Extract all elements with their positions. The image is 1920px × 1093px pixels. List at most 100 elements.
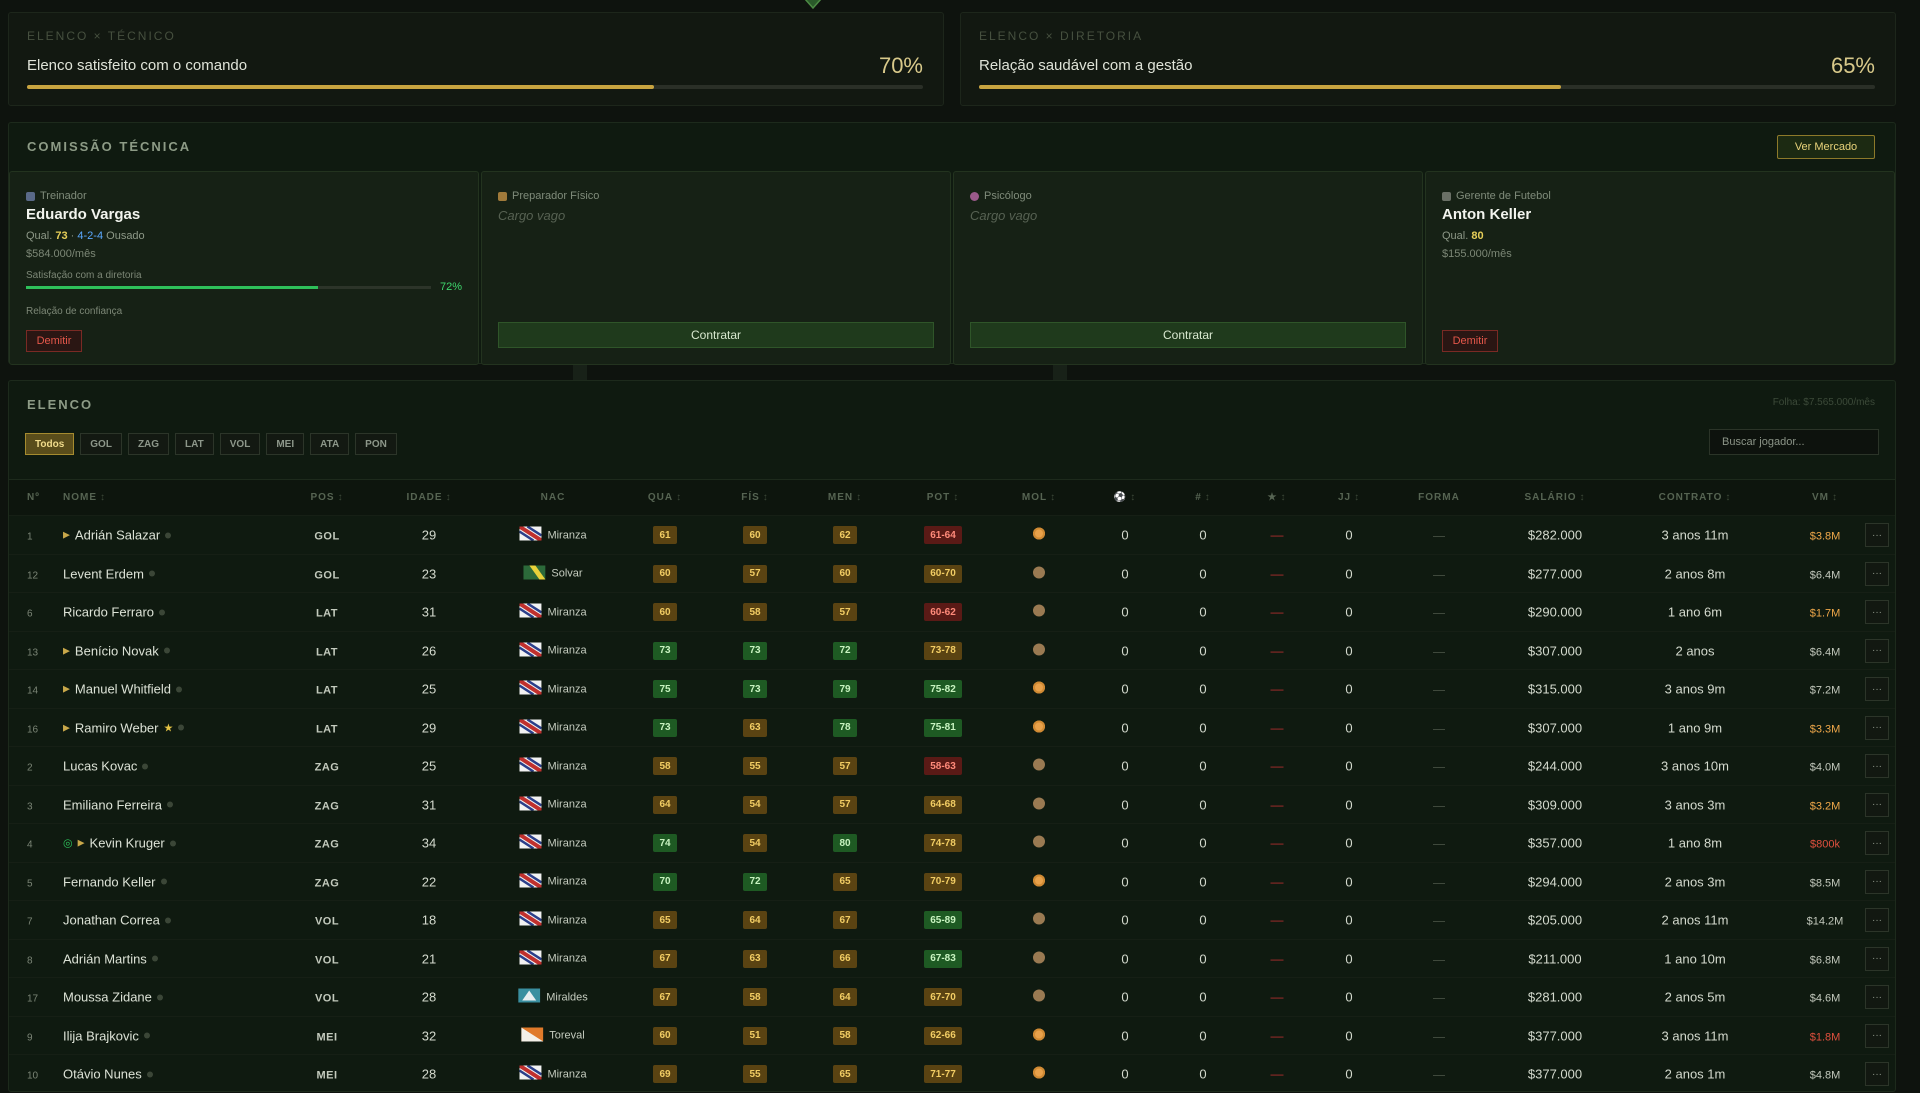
row-actions-button[interactable]: ··· <box>1865 1062 1889 1086</box>
row-actions-button[interactable]: ··· <box>1865 715 1889 740</box>
sort-icon: ↕ <box>1579 492 1586 503</box>
row-actions-button[interactable]: ··· <box>1865 600 1889 624</box>
filter-zag[interactable]: ZAG <box>127 433 170 455</box>
column-header-qua[interactable]: QUA ↕ <box>648 492 682 503</box>
player-name[interactable]: Levent Erdem <box>63 566 155 581</box>
fire-manager-button[interactable]: Demitir <box>1442 330 1498 352</box>
quality-badge: 70 <box>653 872 677 891</box>
table-row[interactable]: 7 Jonathan Correa VOL 18 Miranza 65 64 67 65-89 0… <box>9 900 1895 939</box>
player-name[interactable]: ▶ Benício Novak <box>63 643 170 658</box>
filter-pon[interactable]: PON <box>355 433 397 455</box>
column-header-salary[interactable]: SALÁRIO ↕ <box>1525 492 1586 503</box>
row-actions-button[interactable]: ··· <box>1865 985 1889 1009</box>
row-actions-button[interactable]: ··· <box>1865 754 1889 778</box>
expand-arrow-icon[interactable]: ▶ <box>63 645 70 656</box>
player-contract: 3 anos 9m <box>1664 681 1726 697</box>
row-actions-button[interactable]: ··· <box>1865 523 1889 547</box>
hire-fitness-button[interactable]: Contratar <box>498 322 934 348</box>
hire-psychologist-button[interactable]: Contratar <box>970 322 1406 348</box>
column-header-fis[interactable]: FÍS ↕ <box>741 492 769 503</box>
filter-ata[interactable]: ATA <box>310 433 350 455</box>
row-actions-button[interactable]: ··· <box>1865 792 1889 817</box>
row-actions-button[interactable]: ··· <box>1865 561 1889 586</box>
potential-badge: 64-68 <box>924 795 962 814</box>
filter-mei[interactable]: MEI <box>266 433 305 455</box>
expand-arrow-icon[interactable]: ▶ <box>63 722 70 733</box>
row-actions-button[interactable]: ··· <box>1865 946 1889 971</box>
table-row[interactable]: 10 Otávio Nunes MEI 28 Miranza 69 55 65 71-77 0 0—… <box>9 1054 1895 1093</box>
table-row[interactable]: 3 Emiliano Ferreira ZAG 31 Miranza 64 54 57 64-6… <box>9 784 1895 824</box>
physical-badge: 51 <box>743 1026 767 1045</box>
table-row[interactable]: 9 Ilija Brajkovic MEI 32 Toreval 60 51 58 62-66 0… <box>9 1015 1895 1055</box>
fire-coach-button[interactable]: Demitir <box>26 330 82 352</box>
player-position: LAT <box>315 723 339 735</box>
player-name[interactable]: ▶ Manuel Whitfield <box>63 682 183 697</box>
table-row[interactable]: 16 ▶ Ramiro Weber ★ LAT 29 Miranza 73 63 78 75-81 0… <box>9 707 1895 747</box>
expand-arrow-icon[interactable]: ▶ <box>78 838 85 849</box>
quality-badge: 58 <box>653 757 677 775</box>
expand-arrow-icon[interactable]: ▶ <box>63 684 70 695</box>
table-row[interactable]: 5 Fernando Keller ZAG 22 Miranza 70 72 65 70-79 0… <box>9 861 1895 901</box>
expand-arrow-icon[interactable]: ▶ <box>63 530 70 541</box>
quality-badge: 60 <box>653 564 677 583</box>
player-goals: 0 <box>1121 720 1129 735</box>
player-nationality: Miranza <box>519 680 587 698</box>
table-row[interactable]: 4 ◎ ▶ Kevin Kruger ZAG 34 Miranza 74 54 80 74-78 0 0… <box>9 823 1895 862</box>
row-actions-button[interactable]: ··· <box>1865 638 1889 663</box>
table-row[interactable]: 13 ▶ Benício Novak LAT 26 Miranza 73 73 72 73-78 0… <box>9 630 1895 670</box>
player-name[interactable]: Fernando Keller <box>63 874 167 889</box>
table-row[interactable]: 1 ▶ Adrián Salazar GOL 29 Miranza 61 60 62 61-64 0… <box>9 515 1895 554</box>
table-row[interactable]: 14 ▶ Manuel Whitfield LAT 25 Miranza 75 73 79 75-… <box>9 669 1895 708</box>
player-number: 6 <box>27 608 33 620</box>
player-age: 25 <box>421 758 437 774</box>
player-rating: — <box>1270 566 1284 581</box>
filter-todos[interactable]: Todos <box>25 433 75 455</box>
player-name[interactable]: Moussa Zidane <box>63 990 163 1005</box>
market-button[interactable]: Ver Mercado <box>1777 135 1875 159</box>
player-position: ZAG <box>314 877 340 889</box>
player-market-value: $6.4M <box>1809 569 1841 581</box>
sort-icon: ↕ <box>337 492 344 503</box>
player-name[interactable]: Jonathan Correa <box>63 913 171 928</box>
row-actions-button[interactable]: ··· <box>1865 869 1889 894</box>
column-header-men[interactable]: MEN ↕ <box>828 492 862 503</box>
filter-vol[interactable]: VOL <box>219 433 261 455</box>
player-search-input[interactable] <box>1709 429 1879 455</box>
table-row[interactable]: 2 Lucas Kovac ZAG 25 Miranza 58 55 57 58-63 0 0 — 0 —… <box>9 746 1895 785</box>
mood-icon <box>1033 874 1045 886</box>
player-name[interactable]: ▶ Adrián Salazar <box>63 528 172 543</box>
player-name[interactable]: ◎ ▶ Kevin Kruger <box>63 836 176 851</box>
column-header-pot[interactable]: POT ↕ <box>927 492 960 503</box>
column-header-value[interactable]: VM ↕ <box>1812 492 1838 503</box>
column-header-rating[interactable]: ★ ↕ <box>1268 492 1287 503</box>
table-row[interactable]: 8 Adrián Martins VOL 21 Miranza 67 63 66 67-83 0 0… <box>9 938 1895 978</box>
player-name[interactable]: Otávio Nunes <box>63 1067 153 1082</box>
column-header-assists[interactable]: # ↕ <box>1195 492 1211 503</box>
filter-lat[interactable]: LAT <box>175 433 214 455</box>
player-name[interactable]: Ricardo Ferraro <box>63 605 166 620</box>
player-games: 0 <box>1345 1028 1353 1043</box>
column-header-games[interactable]: JJ ↕ <box>1338 492 1360 503</box>
row-actions-button[interactable]: ··· <box>1865 908 1889 932</box>
player-name[interactable]: Lucas Kovac <box>63 759 149 774</box>
column-header-age[interactable]: IDADE ↕ <box>406 492 451 503</box>
column-header-pos[interactable]: POS ↕ <box>310 492 343 503</box>
filter-gol[interactable]: GOL <box>80 433 122 455</box>
column-header-name[interactable]: NOME ↕ <box>63 492 106 503</box>
player-name[interactable]: Adrián Martins <box>63 951 158 966</box>
player-name[interactable]: Emiliano Ferreira <box>63 797 173 812</box>
column-header-mor[interactable]: MOL ↕ <box>1022 492 1056 503</box>
table-row[interactable]: 17 Moussa Zidane VOL 28 Miraldes 67 58 64 67-70 0… <box>9 977 1895 1016</box>
potential-badge: 65-89 <box>924 911 962 929</box>
player-name[interactable]: Ilija Brajkovic <box>63 1028 150 1043</box>
potential-badge: 73-78 <box>924 641 962 660</box>
player-name[interactable]: ▶ Ramiro Weber ★ <box>63 720 185 735</box>
row-actions-button[interactable]: ··· <box>1865 677 1889 701</box>
column-header-contract[interactable]: CONTRATO ↕ <box>1659 492 1732 503</box>
table-row[interactable]: 6 Ricardo Ferraro LAT 31 Miranza 60 58 57 60-62 0… <box>9 592 1895 631</box>
row-actions-button[interactable]: ··· <box>1865 1023 1889 1048</box>
table-row[interactable]: 12 Levent Erdem GOL 23 Solvar 60 57 60 60-70 0 0 — 0… <box>9 553 1895 593</box>
sort-icon: ↕ <box>1832 492 1838 503</box>
row-actions-button[interactable]: ··· <box>1865 831 1889 855</box>
column-header-goals[interactable]: ⚽ ↕ <box>1114 492 1136 503</box>
